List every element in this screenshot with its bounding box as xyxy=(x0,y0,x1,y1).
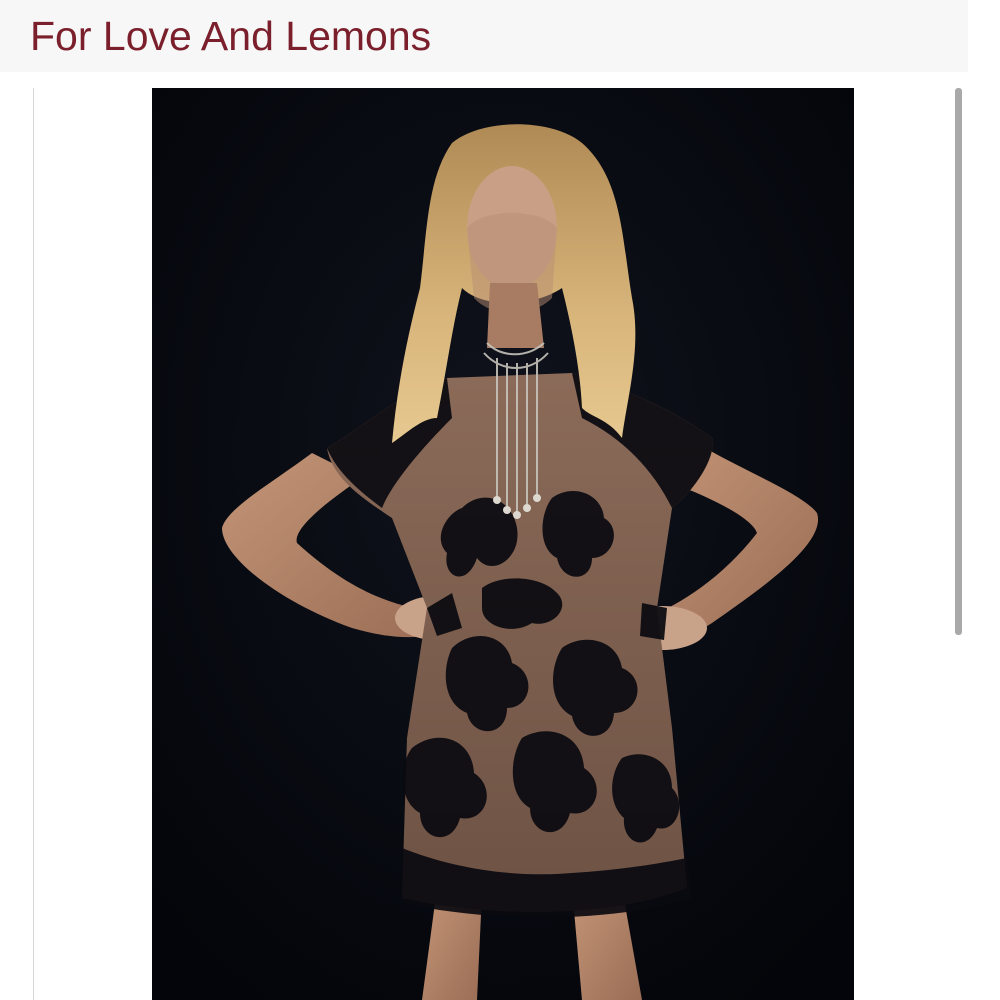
product-photo-illustration xyxy=(152,88,854,1000)
scrollbar-thumb[interactable] xyxy=(955,88,962,635)
right-gutter xyxy=(968,0,1000,1000)
product-photo[interactable] xyxy=(152,88,854,1000)
header-bar: For Love And Lemons xyxy=(0,0,968,72)
product-page: For Love And Lemons xyxy=(0,0,1000,1000)
scrollbar[interactable] xyxy=(955,88,962,1000)
image-viewer[interactable] xyxy=(33,88,964,1000)
brand-title[interactable]: For Love And Lemons xyxy=(30,12,431,60)
